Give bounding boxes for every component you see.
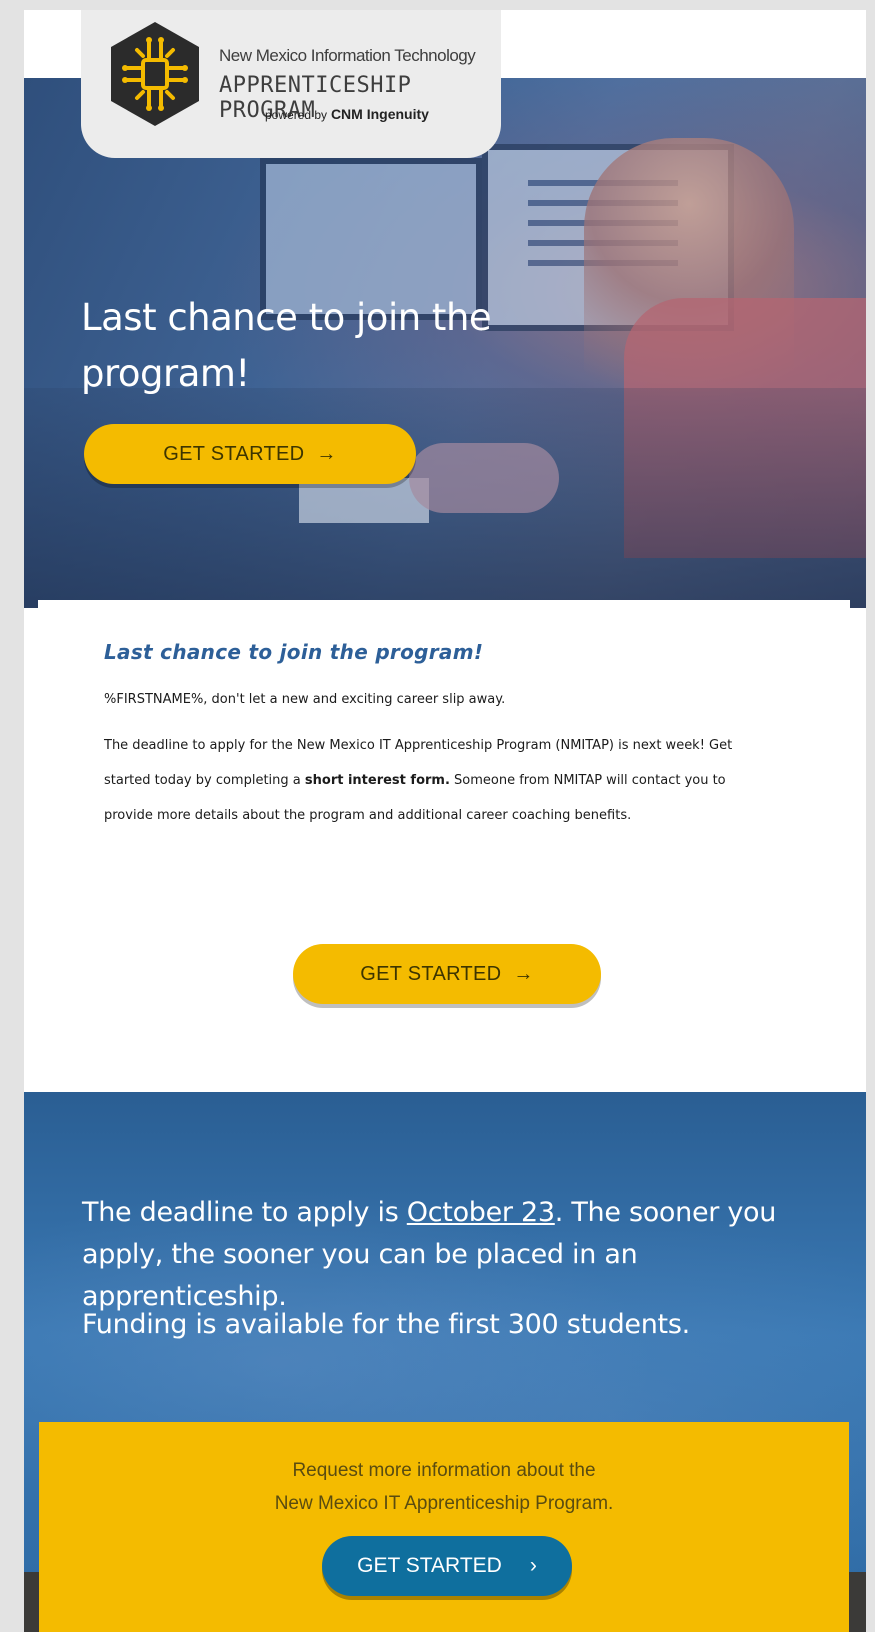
interest-form-link[interactable]: short interest form.	[305, 773, 450, 788]
deadline-band: The deadline to apply is October 23. The…	[24, 1092, 866, 1632]
arrow-right-icon: →	[316, 443, 337, 465]
hero-photo-hands	[409, 443, 559, 513]
button-label: GET STARTED	[163, 443, 305, 465]
button-label: GET STARTED	[357, 1554, 502, 1577]
button-label: GET STARTED	[360, 963, 502, 985]
circuit-hex-logo-icon	[111, 22, 199, 126]
logo-org-name: New Mexico Information Technology	[219, 46, 476, 65]
body-paragraph: The deadline to apply for the New Mexico…	[104, 728, 764, 833]
logo-powered-by: powered by CNM Ingenuity	[265, 106, 429, 122]
brand-name: CNM Ingenuity	[330, 106, 429, 122]
deadline-prefix: The deadline to apply is	[82, 1197, 407, 1228]
content-section: Last chance to join the program! %FIRSTN…	[38, 600, 850, 1090]
deadline-date-link[interactable]: October 23	[407, 1197, 555, 1228]
content-get-started-button[interactable]: GET STARTED →	[293, 944, 601, 1004]
arrow-right-icon: →	[513, 963, 534, 985]
cta-info-line: Request more information about the	[292, 1460, 596, 1481]
email-container: Last chance to join the program! GET STA…	[24, 10, 866, 1632]
content-heading: Last chance to join the program!	[104, 640, 484, 664]
greeting-text: %FIRSTNAME%, don't let a new and excitin…	[104, 692, 506, 707]
cta-box: Request more information about the New M…	[39, 1422, 849, 1632]
powered-by-text: powered by	[265, 108, 328, 122]
hero-title: Last chance to join the program!	[81, 296, 492, 395]
cta-info-text: Request more information about the New M…	[39, 1454, 849, 1520]
logo-card[interactable]: New Mexico Information Technology APPREN…	[81, 10, 501, 158]
cta-info-line: New Mexico IT Apprenticeship Program.	[274, 1493, 614, 1514]
funding-text: Funding is available for the first 300 s…	[82, 1309, 690, 1340]
cta-get-started-button[interactable]: GET STARTED ›	[322, 1536, 572, 1596]
chevron-right-icon: ›	[529, 1554, 537, 1577]
hero-get-started-button[interactable]: GET STARTED →	[84, 424, 416, 484]
deadline-text: The deadline to apply is October 23. The…	[82, 1192, 812, 1318]
